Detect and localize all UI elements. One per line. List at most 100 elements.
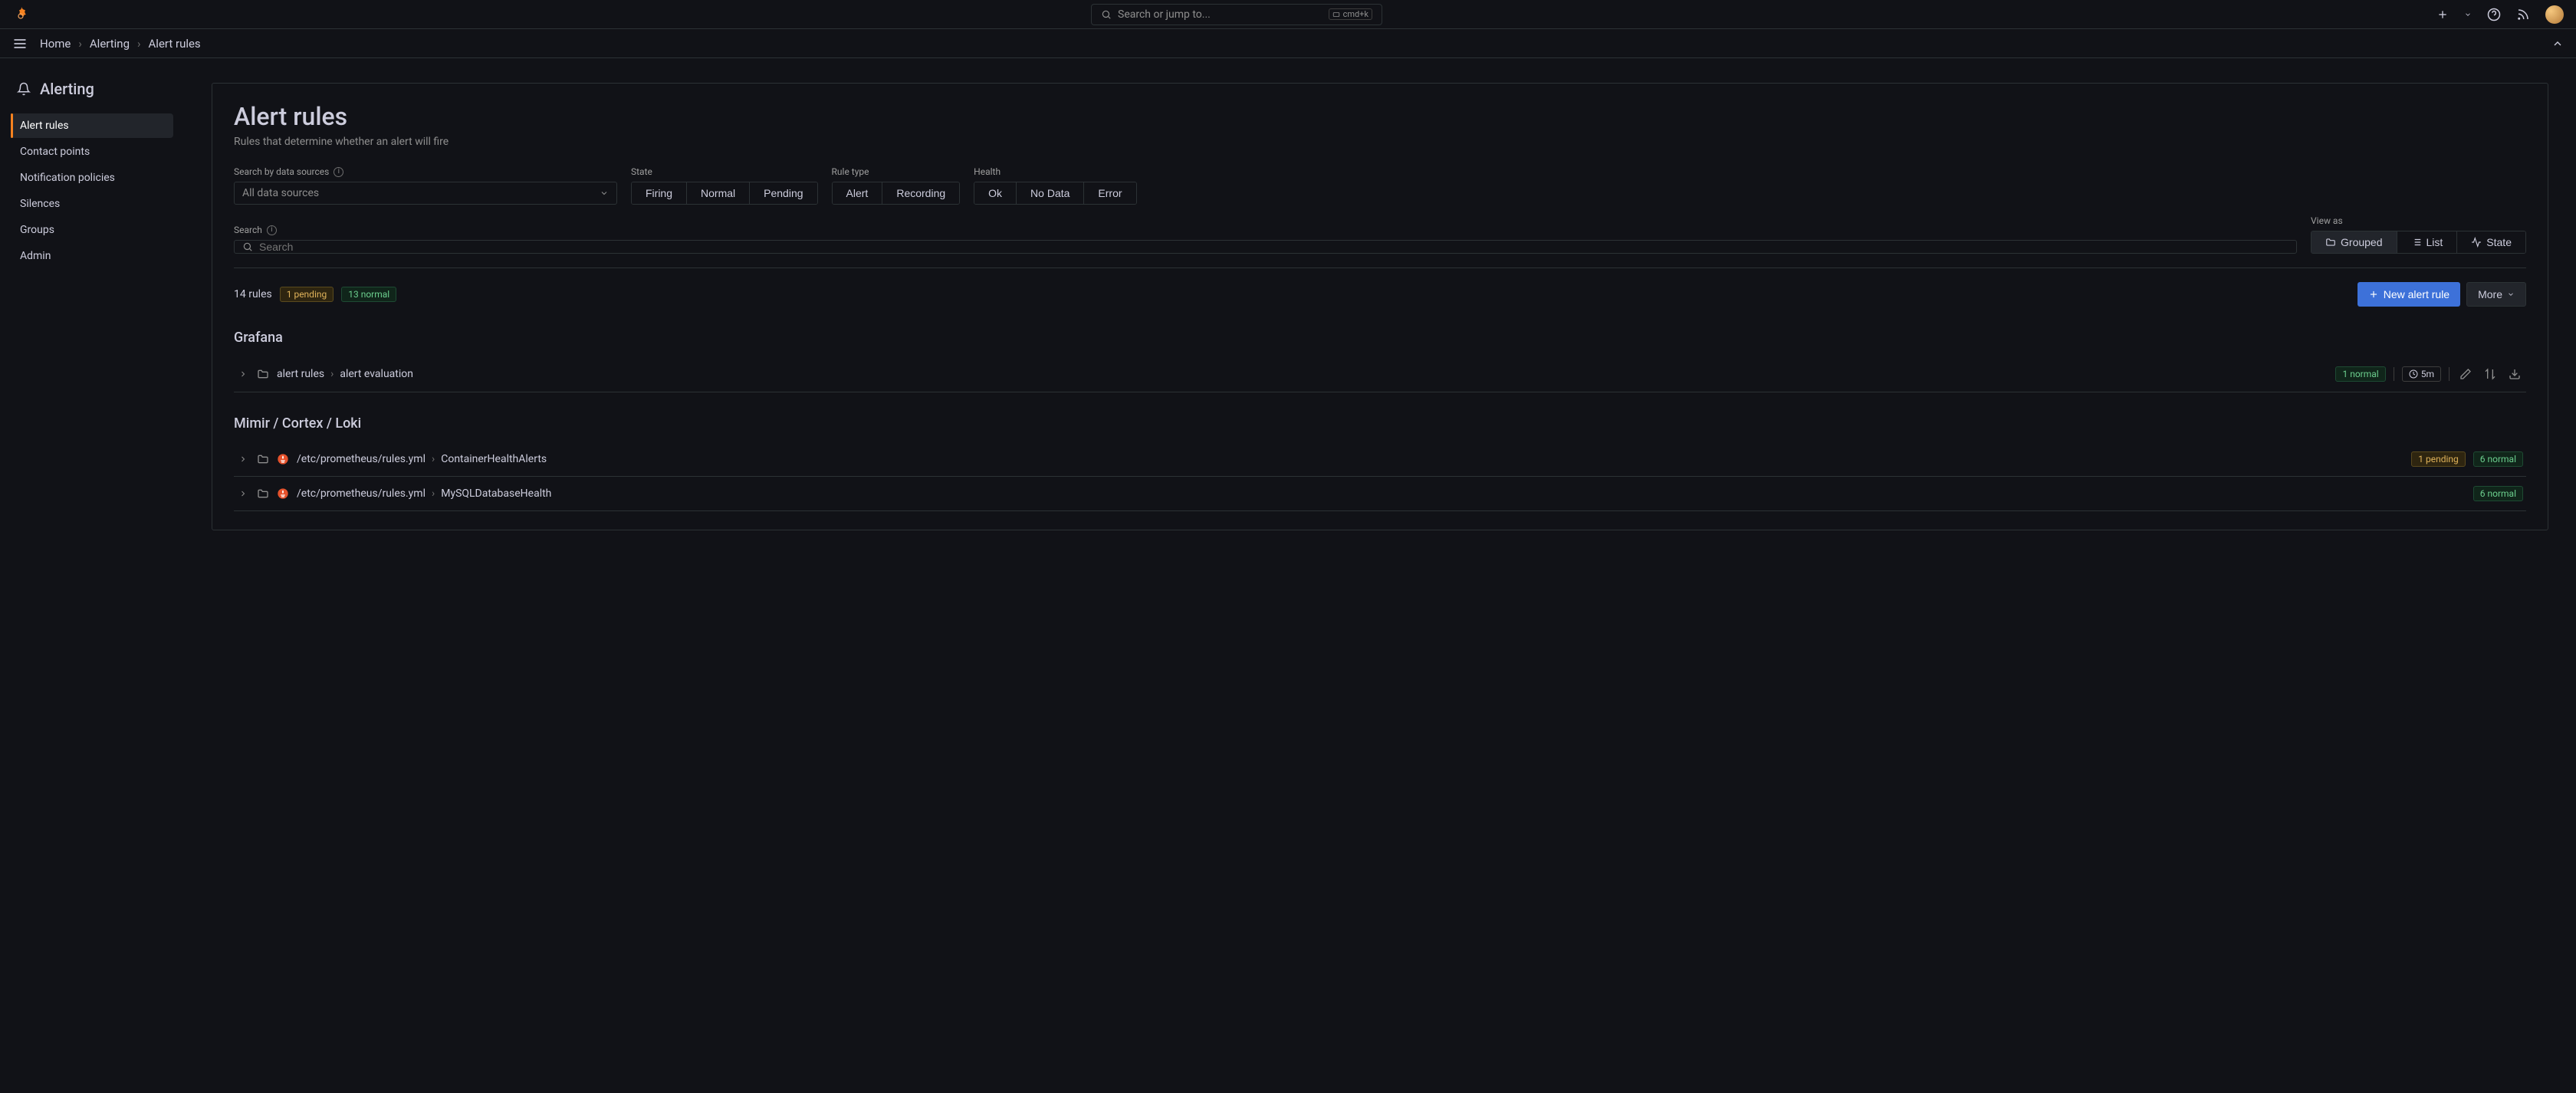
add-menu-button[interactable]	[2436, 8, 2449, 21]
clock-icon	[2409, 369, 2418, 379]
view-grouped[interactable]: Grouped	[2312, 231, 2397, 253]
sidebar-item-alert-rules[interactable]: Alert rules	[11, 113, 173, 138]
rule-path[interactable]: alert rules › alert evaluation	[277, 368, 413, 380]
sidebar-title: Alerting	[11, 77, 173, 113]
ruletype-recording[interactable]: Recording	[882, 182, 959, 204]
expand-toggle[interactable]	[237, 487, 249, 500]
search-icon	[1101, 9, 1112, 20]
health-error[interactable]: Error	[1084, 182, 1135, 204]
global-search-placeholder: Search or jump to...	[1118, 8, 1211, 21]
list-icon	[2411, 237, 2422, 248]
sidebar-item-notification-policies[interactable]: Notification policies	[11, 166, 173, 190]
prometheus-ds-icon	[277, 453, 289, 465]
view-as-label: View as	[2311, 215, 2526, 226]
export-icon[interactable]	[2506, 366, 2523, 382]
folder-icon	[257, 487, 269, 500]
sidebar-item-groups[interactable]: Groups	[11, 218, 173, 242]
view-as-toggle: Grouped List State	[2311, 231, 2526, 254]
rule-row: /etc/prometheus/rules.yml › ContainerHea…	[234, 442, 2526, 477]
row-pending-badge: 1 pending	[2411, 451, 2466, 467]
rule-search-field[interactable]	[259, 241, 2288, 253]
filter-health-label: Health	[974, 166, 1136, 177]
filter-row: Search by data sources i All data source…	[234, 166, 2526, 205]
rule-path[interactable]: /etc/prometheus/rules.yml › MySQLDatabas…	[297, 487, 551, 500]
filter-datasource: Search by data sources i All data source…	[234, 166, 617, 205]
chevron-right-icon: ›	[432, 487, 435, 500]
info-icon[interactable]: i	[334, 167, 343, 177]
keyboard-shortcut-badge: cmd+k	[1329, 8, 1372, 20]
health-ok[interactable]: Ok	[974, 182, 1017, 204]
dock-menu-icon[interactable]	[12, 36, 28, 51]
plus-icon	[2368, 289, 2379, 300]
heartrate-icon	[2471, 237, 2482, 248]
bell-icon	[17, 82, 31, 96]
chevron-down-icon[interactable]	[2464, 11, 2472, 18]
page-subtitle: Rules that determine whether an alert wi…	[234, 136, 2526, 148]
health-nodata[interactable]: No Data	[1017, 182, 1084, 204]
help-icon[interactable]	[2487, 8, 2501, 21]
view-list[interactable]: List	[2397, 231, 2458, 253]
sidebar-item-contact-points[interactable]: Contact points	[11, 139, 173, 164]
ruletype-toggle: Alert Recording	[832, 182, 961, 205]
filter-search: Search i	[234, 225, 2297, 254]
chevron-right-icon: ›	[432, 453, 435, 465]
collapse-kiosk-icon[interactable]	[2551, 38, 2564, 50]
chevron-right-icon: ›	[330, 368, 334, 380]
sidebar: Alerting Alert rules Contact points Noti…	[0, 58, 184, 1093]
rule-row: alert rules › alert evaluation 1 normal …	[234, 356, 2526, 392]
state-pending[interactable]: Pending	[750, 182, 816, 204]
content: Alert rules Rules that determine whether…	[184, 58, 2576, 1093]
rule-path[interactable]: /etc/prometheus/rules.yml › ContainerHea…	[297, 453, 547, 465]
filter-row-2: Search i View as	[234, 215, 2526, 254]
expand-toggle[interactable]	[237, 368, 249, 380]
row-normal-badge: 6 normal	[2473, 486, 2523, 501]
grafana-logo-icon	[12, 5, 31, 24]
filter-ruletype: Rule type Alert Recording	[832, 166, 961, 205]
breadcrumb-current: Alert rules	[149, 37, 201, 51]
breadcrumb: Home › Alerting › Alert rules	[40, 37, 201, 51]
more-button[interactable]: More	[2466, 282, 2526, 307]
view-state[interactable]: State	[2457, 231, 2525, 253]
view-as: View as Grouped List	[2311, 215, 2526, 254]
filter-datasource-label: Search by data sources i	[234, 166, 617, 177]
breadcrumb-alerting[interactable]: Alerting	[90, 37, 130, 51]
summary-row: 14 rules 1 pending 13 normal New alert r…	[234, 282, 2526, 307]
expand-toggle[interactable]	[237, 453, 249, 465]
sidebar-item-admin[interactable]: Admin	[11, 244, 173, 268]
state-firing[interactable]: Firing	[632, 182, 687, 204]
new-alert-rule-button[interactable]: New alert rule	[2358, 282, 2460, 307]
sidebar-item-silences[interactable]: Silences	[11, 192, 173, 216]
search-icon	[242, 241, 253, 252]
chevron-right-icon: ›	[137, 37, 141, 51]
panel: Alert rules Rules that determine whether…	[212, 83, 2548, 530]
topbar-right	[2436, 5, 2564, 24]
chevron-right-icon: ›	[78, 37, 82, 51]
filter-search-label: Search i	[234, 225, 2297, 235]
row-interval-badge: 5m	[2402, 366, 2441, 382]
global-search[interactable]: Search or jump to... cmd+k	[1091, 4, 1382, 25]
row-normal-badge: 1 normal	[2335, 366, 2385, 382]
top-bar: Search or jump to... cmd+k	[0, 0, 2576, 29]
summary-pending-badge: 1 pending	[280, 287, 334, 302]
state-normal[interactable]: Normal	[687, 182, 750, 204]
ruletype-alert[interactable]: Alert	[833, 182, 883, 204]
divider	[2449, 367, 2450, 381]
rule-count: 14 rules	[234, 288, 272, 300]
filter-health: Health Ok No Data Error	[974, 166, 1136, 205]
prometheus-ds-icon	[277, 487, 289, 500]
folder-icon	[257, 453, 269, 465]
chevron-down-icon	[600, 189, 609, 198]
breadcrumb-home[interactable]: Home	[40, 37, 71, 51]
reorder-icon[interactable]	[2482, 366, 2499, 382]
breadcrumb-row: Home › Alerting › Alert rules	[0, 29, 2576, 58]
user-avatar[interactable]	[2545, 5, 2564, 24]
row-normal-badge: 6 normal	[2473, 451, 2523, 467]
health-toggle: Ok No Data Error	[974, 182, 1136, 205]
filter-state-label: State	[631, 166, 818, 177]
edit-icon[interactable]	[2457, 366, 2474, 382]
datasource-select[interactable]: All data sources	[234, 182, 617, 205]
rule-search-input[interactable]	[234, 240, 2297, 254]
news-icon[interactable]	[2516, 8, 2530, 21]
filter-ruletype-label: Rule type	[832, 166, 961, 177]
info-icon[interactable]: i	[267, 225, 277, 235]
